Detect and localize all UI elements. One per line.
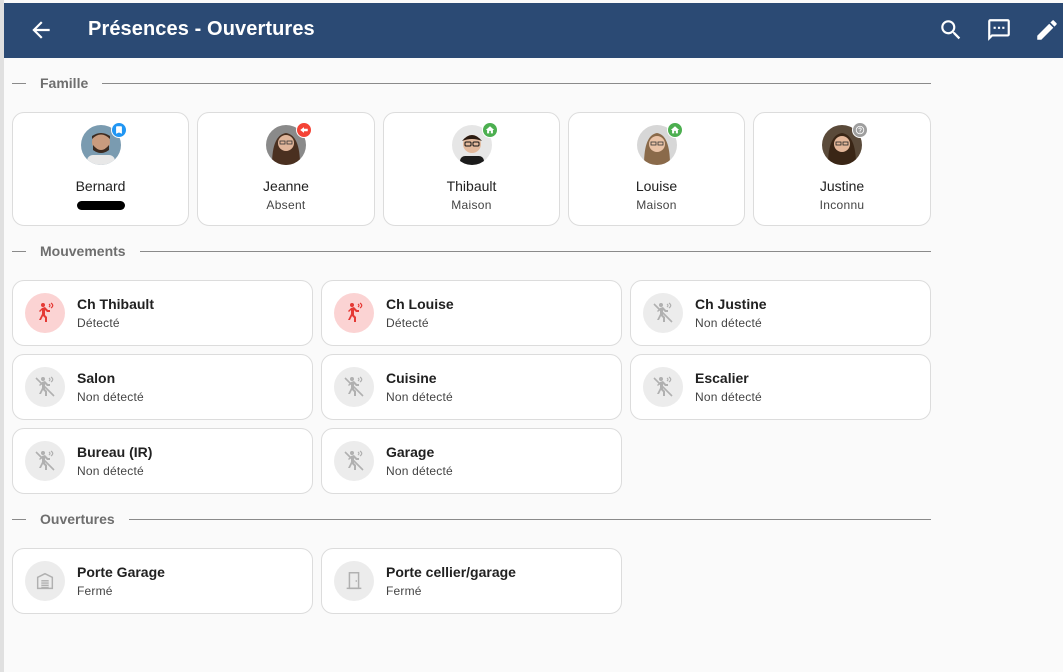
- door-icon: [334, 561, 374, 601]
- tile-state: Détecté: [77, 316, 120, 330]
- motion-tile-ch-justine[interactable]: Ch Justine Non détecté: [630, 280, 931, 346]
- edit-icon[interactable]: [1034, 17, 1060, 43]
- person-name: Bernard: [75, 178, 126, 194]
- motion-tile-salon[interactable]: Salon Non détecté: [12, 354, 313, 420]
- tile-state: Non détecté: [695, 390, 762, 404]
- motion-sensor-off-icon: [334, 367, 374, 407]
- home-icon: [481, 122, 498, 138]
- question-icon: [852, 122, 868, 138]
- motion-sensor-icon: [334, 293, 374, 333]
- tile-name: Salon: [77, 370, 116, 386]
- person-name: Justine: [819, 178, 865, 194]
- tile-name: Porte cellier/garage: [386, 564, 516, 580]
- motion-sensor-off-icon: [25, 441, 65, 481]
- section-famille-label: Famille: [40, 75, 89, 91]
- person-card-jeanne[interactable]: Jeanne Absent: [197, 112, 375, 226]
- home-icon: [666, 122, 683, 138]
- person-name: Thibault: [446, 178, 497, 194]
- motion-tile-ch-louise[interactable]: Ch Louise Détecté: [321, 280, 622, 346]
- tile-name: Cuisine: [386, 370, 437, 386]
- motion-sensor-off-icon: [334, 441, 374, 481]
- section-famille: Famille: [12, 73, 931, 93]
- tile-state: Non détecté: [386, 390, 453, 404]
- motion-sensor-icon: [25, 293, 65, 333]
- motion-tile-ch-thibault[interactable]: Ch Thibault Détecté: [12, 280, 313, 346]
- section-ouvertures-label: Ouvertures: [40, 511, 115, 527]
- section-mouvements: Mouvements: [12, 241, 931, 261]
- person-state: Maison: [451, 198, 492, 212]
- tile-name: Ch Justine: [695, 296, 767, 312]
- chat-icon[interactable]: [986, 17, 1012, 43]
- redacted-state: [76, 201, 125, 210]
- tile-name: Ch Louise: [386, 296, 454, 312]
- away-icon: [296, 122, 312, 138]
- motion-tile-garage[interactable]: Garage Non détecté: [321, 428, 622, 494]
- tile-state: Fermé: [77, 584, 113, 598]
- motion-sensor-off-icon: [25, 367, 65, 407]
- person-card-justine[interactable]: Justine Inconnu: [753, 112, 931, 226]
- tile-name: Escalier: [695, 370, 749, 386]
- motion-tile-escalier[interactable]: Escalier Non détecté: [630, 354, 931, 420]
- person-state: Absent: [266, 198, 306, 212]
- section-mouvements-label: Mouvements: [40, 243, 126, 259]
- tile-state: Détecté: [386, 316, 429, 330]
- section-ouvertures: Ouvertures: [12, 509, 931, 529]
- tile-name: Porte Garage: [77, 564, 165, 580]
- person-name: Jeanne: [263, 178, 309, 194]
- person-card-bernard[interactable]: Bernard: [12, 112, 189, 226]
- back-arrow-icon[interactable]: [28, 17, 54, 43]
- motion-sensor-off-icon: [643, 367, 683, 407]
- garage-icon: [25, 561, 65, 601]
- tile-name: Ch Thibault: [77, 296, 154, 312]
- motion-sensor-off-icon: [643, 293, 683, 333]
- person-state: Maison: [636, 198, 677, 212]
- tile-state: Non détecté: [77, 390, 144, 404]
- person-card-thibault[interactable]: Thibault Maison: [383, 112, 560, 226]
- search-icon[interactable]: [938, 17, 964, 43]
- window-edge: [0, 0, 4, 672]
- tile-state: Fermé: [386, 584, 422, 598]
- tile-state: Non détecté: [695, 316, 762, 330]
- person-card-louise[interactable]: Louise Maison: [568, 112, 745, 226]
- person-state: Inconnu: [819, 198, 865, 212]
- door-tile-porte-cellier[interactable]: Porte cellier/garage Fermé: [321, 548, 622, 614]
- top-app-bar: Présences - Ouvertures: [4, 3, 1063, 58]
- motion-tile-cuisine[interactable]: Cuisine Non détecté: [321, 354, 622, 420]
- page-title: Présences - Ouvertures: [88, 18, 315, 40]
- tile-name: Bureau (IR): [77, 444, 153, 460]
- tile-state: Non détecté: [386, 464, 453, 478]
- tile-name: Garage: [386, 444, 435, 460]
- door-tile-porte-garage[interactable]: Porte Garage Fermé: [12, 548, 313, 614]
- tile-state: Non détecté: [77, 464, 144, 478]
- bookmark-icon: [110, 122, 127, 138]
- motion-tile-bureau[interactable]: Bureau (IR) Non détecté: [12, 428, 313, 494]
- person-name: Louise: [635, 178, 678, 194]
